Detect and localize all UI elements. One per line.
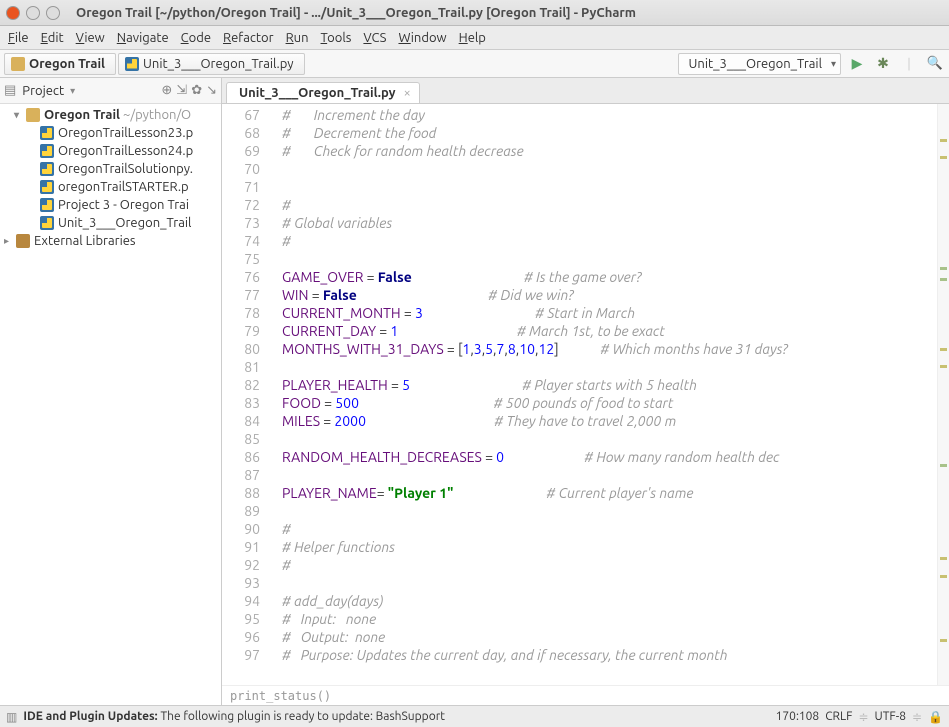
editor-tab-label: Unit_3___Oregon_Trail.py bbox=[239, 86, 396, 100]
breadcrumb-file[interactable]: Unit_3___Oregon_Trail.py bbox=[118, 53, 305, 75]
breadcrumb-project-label: Oregon Trail bbox=[29, 57, 105, 71]
tree-file-label: OregonTrailLesson24.p bbox=[58, 144, 193, 158]
menu-run[interactable]: Run bbox=[286, 31, 309, 45]
status-message-bold: IDE and Plugin Updates: bbox=[23, 710, 160, 723]
run-config-name: Unit_3___Oregon_Trail bbox=[689, 57, 822, 71]
tree-root[interactable]: ▾ Oregon Trail ~/python/O bbox=[0, 106, 221, 124]
editor-tabbar: Unit_3___Oregon_Trail.py × bbox=[222, 78, 949, 104]
file-encoding[interactable]: UTF-8 bbox=[875, 710, 906, 723]
code-editor[interactable]: 6768697071727374757677787980818283848586… bbox=[222, 104, 949, 685]
menu-edit[interactable]: Edit bbox=[41, 31, 64, 45]
navigation-bar: Oregon Trail Unit_3___Oregon_Trail.py Un… bbox=[0, 50, 949, 78]
editor-breadcrumb[interactable]: print_status() bbox=[222, 685, 949, 705]
project-tool-header: ▤ Project ▾ ⊕ ⇲ ✿ ↘ bbox=[0, 78, 221, 104]
window-title: Oregon Trail [~/python/Oregon Trail] - .… bbox=[76, 6, 636, 20]
tree-external-libs-label: External Libraries bbox=[34, 234, 136, 248]
project-tree[interactable]: ▾ Oregon Trail ~/python/O OregonTrailLes… bbox=[0, 104, 221, 252]
menu-vcs[interactable]: VCS bbox=[363, 31, 386, 45]
toolbar-divider: | bbox=[899, 54, 919, 74]
menu-file[interactable]: File bbox=[8, 31, 29, 45]
collapse-all-icon[interactable]: ⇲ bbox=[176, 83, 187, 98]
editor-tab[interactable]: Unit_3___Oregon_Trail.py × bbox=[226, 82, 420, 103]
menu-window[interactable]: Window bbox=[398, 31, 446, 45]
tree-file-label: Unit_3___Oregon_Trail bbox=[58, 216, 191, 230]
run-config-selector[interactable]: Unit_3___Oregon_Trail bbox=[678, 53, 841, 75]
project-tool-window: ▤ Project ▾ ⊕ ⇲ ✿ ↘ ▾ Oregon Trail ~/pyt… bbox=[0, 78, 222, 705]
settings-gear-icon[interactable]: ✿ bbox=[191, 83, 202, 98]
close-tab-icon[interactable]: × bbox=[404, 86, 411, 100]
status-divider-icon[interactable]: ▥ bbox=[6, 710, 17, 724]
menu-refactor[interactable]: Refactor bbox=[223, 31, 274, 45]
window-titlebar: Oregon Trail [~/python/Oregon Trail] - .… bbox=[0, 0, 949, 26]
debug-button[interactable]: ✱ bbox=[873, 54, 893, 74]
tree-file-label: oregonTrailSTARTER.p bbox=[58, 180, 189, 194]
overview-ruler[interactable] bbox=[937, 104, 949, 685]
tree-file[interactable]: OregonTrailLesson24.p bbox=[0, 142, 221, 160]
tree-file-label: Project 3 - Oregon Trai bbox=[58, 198, 189, 212]
breadcrumb-project[interactable]: Oregon Trail bbox=[4, 53, 116, 75]
tree-file[interactable]: OregonTrailSolutionpy. bbox=[0, 160, 221, 178]
menu-tools[interactable]: Tools bbox=[321, 31, 352, 45]
tree-file[interactable]: OregonTrailLesson23.p bbox=[0, 124, 221, 142]
run-button[interactable]: ▶ bbox=[847, 54, 867, 74]
tree-file[interactable]: oregonTrailSTARTER.p bbox=[0, 178, 221, 196]
editor-area: Unit_3___Oregon_Trail.py × 6768697071727… bbox=[222, 78, 949, 705]
project-tool-title: Project bbox=[22, 84, 64, 98]
lock-icon[interactable]: 🔒 bbox=[928, 710, 943, 724]
search-icon[interactable]: 🔍 bbox=[925, 54, 945, 74]
line-numbers: 6768697071727374757677787980818283848586… bbox=[222, 104, 270, 685]
tree-file[interactable]: Project 3 - Oregon Trai bbox=[0, 196, 221, 214]
menu-help[interactable]: Help bbox=[459, 31, 486, 45]
tree-root-path: ~/python/O bbox=[123, 108, 191, 122]
menubar: File Edit View Navigate Code Refactor Run Tools… bbox=[0, 26, 949, 50]
status-message[interactable]: IDE and Plugin Updates: The following pl… bbox=[23, 710, 445, 723]
tree-file-label: OregonTrailSolutionpy. bbox=[58, 162, 193, 176]
breadcrumb-file-label: Unit_3___Oregon_Trail.py bbox=[143, 57, 294, 71]
line-separator[interactable]: CRLF bbox=[825, 710, 852, 723]
tree-file-label: OregonTrailLesson23.p bbox=[58, 126, 193, 140]
menu-code[interactable]: Code bbox=[181, 31, 211, 45]
code-content[interactable]: # Increment the day# Decrement the food#… bbox=[270, 104, 937, 685]
tree-root-name: Oregon Trail bbox=[44, 108, 120, 122]
status-message-text: The following plugin is ready to update:… bbox=[160, 710, 445, 723]
menu-view[interactable]: View bbox=[76, 31, 105, 45]
caret-position[interactable]: 170:108 bbox=[776, 710, 820, 723]
window-maximize-button[interactable] bbox=[46, 6, 60, 20]
window-minimize-button[interactable] bbox=[26, 6, 40, 20]
scroll-from-source-icon[interactable]: ⊕ bbox=[161, 83, 172, 98]
status-bar: ▥ IDE and Plugin Updates: The following … bbox=[0, 705, 949, 727]
menu-navigate[interactable]: Navigate bbox=[117, 31, 169, 45]
tree-external-libs[interactable]: ▸ External Libraries bbox=[0, 232, 221, 250]
hide-tool-icon[interactable]: ↘ bbox=[206, 83, 217, 98]
project-tool-icon: ▤ bbox=[4, 83, 16, 98]
window-close-button[interactable] bbox=[6, 6, 20, 20]
tree-file[interactable]: Unit_3___Oregon_Trail bbox=[0, 214, 221, 232]
